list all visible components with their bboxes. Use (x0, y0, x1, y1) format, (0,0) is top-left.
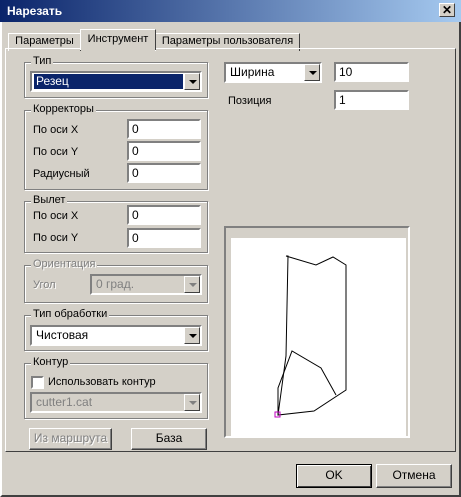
tab-label: Параметры (15, 35, 74, 47)
close-icon: ✕ (441, 3, 453, 17)
close-button[interactable]: ✕ (439, 3, 455, 17)
tab-label: Инструмент (87, 33, 149, 45)
title-bar: Нарезать ✕ (0, 0, 461, 22)
ok-button[interactable]: OK (296, 464, 372, 488)
tab-label: Параметры пользователя (161, 35, 294, 47)
cancel-button[interactable]: Отмена (376, 464, 452, 488)
tab-tool[interactable]: Инструмент (80, 29, 156, 50)
window-title: Нарезать (7, 4, 63, 18)
tab-panel-tool (5, 48, 456, 452)
